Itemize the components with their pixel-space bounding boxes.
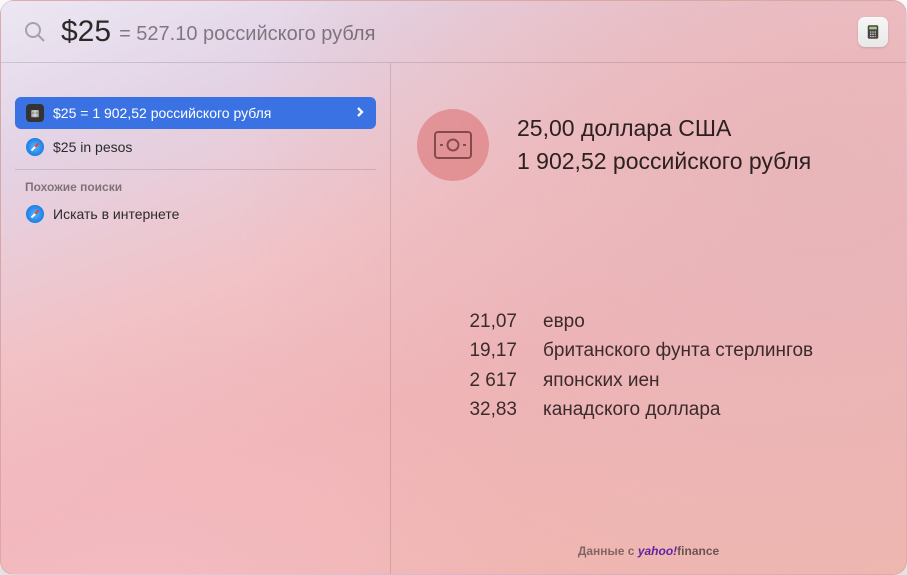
converted-amount: 1 902,52 российского рубля [517, 148, 811, 175]
result-row[interactable]: $25 in pesos [15, 131, 376, 163]
rate-label: канадского доллара [543, 395, 721, 424]
result-row-selected[interactable]: ▦ $25 = 1 902,52 российского рубля [15, 97, 376, 129]
section-header-related: Похожие поиски [15, 169, 376, 198]
data-attribution: Данные с yahoo!finance [391, 544, 906, 558]
search-icon [23, 20, 47, 44]
related-label: Искать в интернете [53, 206, 179, 222]
spotlight-window: $25 = 527.10 российского рубля ▦ $25 = 1… [0, 0, 907, 575]
rate-row: 32,83 канадского доллара [417, 395, 880, 424]
rate-value: 19,17 [417, 336, 517, 365]
chevron-right-icon [354, 105, 366, 121]
rate-row: 2 617 японских иен [417, 366, 880, 395]
search-bar: $25 = 527.10 российского рубля [1, 1, 906, 63]
search-inline-result: = 527.10 российского рубля [119, 23, 375, 46]
calculator-app-icon [858, 17, 888, 47]
detail-pane: 25,00 доллара США 1 902,52 российского р… [391, 63, 906, 575]
currency-icon [417, 109, 489, 181]
rate-value: 2 617 [417, 366, 517, 395]
rate-label: евро [543, 307, 585, 336]
safari-icon [25, 137, 45, 157]
content-body: ▦ $25 = 1 902,52 российского рубля $25 i… [1, 63, 906, 575]
safari-icon [25, 204, 45, 224]
results-sidebar: ▦ $25 = 1 902,52 российского рубля $25 i… [1, 63, 391, 575]
result-label: $25 = 1 902,52 российского рубля [53, 105, 271, 121]
calculator-icon: ▦ [25, 103, 45, 123]
primary-amount: 25,00 доллара США [517, 115, 811, 142]
rate-value: 21,07 [417, 307, 517, 336]
yahoo-finance-brand: yahoo!finance [638, 544, 719, 558]
search-input[interactable]: $25 [61, 15, 111, 49]
related-row[interactable]: Искать в интернете [15, 198, 376, 230]
attribution-prefix: Данные с [578, 544, 638, 558]
result-label: $25 in pesos [53, 139, 132, 155]
rate-label: японских иен [543, 366, 660, 395]
hero-section: 25,00 доллара США 1 902,52 российского р… [417, 109, 880, 181]
rate-row: 19,17 британского фунта стерлингов [417, 336, 880, 365]
rate-label: британского фунта стерлингов [543, 336, 813, 365]
rate-value: 32,83 [417, 395, 517, 424]
rate-row: 21,07 евро [417, 307, 880, 336]
other-rates-list: 21,07 евро 19,17 британского фунта стерл… [417, 307, 880, 425]
